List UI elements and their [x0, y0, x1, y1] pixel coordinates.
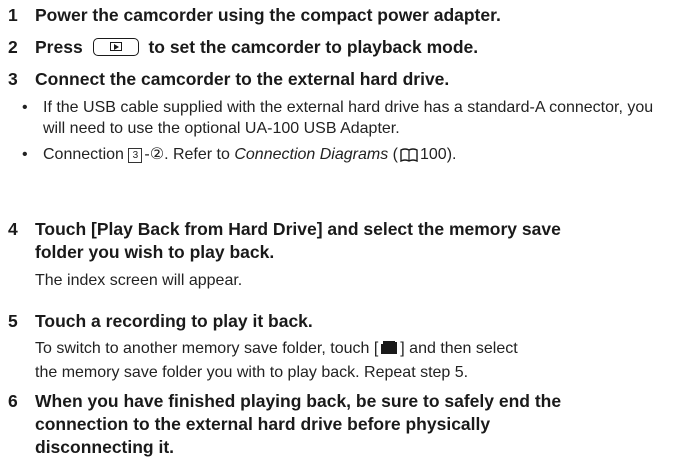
step-2: 2 Press to set the camcorder to playback…: [8, 36, 668, 59]
bullet-dot: •: [22, 146, 28, 163]
step-6: 6 When you have finished playing back, b…: [8, 390, 668, 459]
bullet-item: • Connection 3 -②. Refer to Connection Di…: [22, 144, 668, 168]
step-5: 5 Touch a recording to play it back. To …: [8, 310, 668, 383]
paren-open: (: [392, 146, 398, 163]
step-heading: Press to set the camcorder to playback m…: [35, 36, 668, 59]
page-reference: 100: [419, 146, 447, 163]
bullet-text: If the USB cable supplied with the exter…: [43, 99, 654, 137]
step-number: 3: [8, 69, 18, 89]
step-heading: Connect the camcorder to the external ha…: [35, 69, 450, 89]
playback-button-icon: [92, 38, 139, 56]
step-heading-after: to set the camcorder to playback mode.: [148, 37, 479, 57]
folder-icon: [380, 340, 398, 362]
step-number: 2: [8, 37, 18, 57]
step-heading-line-1: When you have finished playing back, be …: [35, 391, 562, 411]
step-body-line-2: the memory save folder you with to play …: [35, 364, 469, 381]
step-body-before: To switch to another memory save folder,…: [35, 340, 379, 357]
step-number: 5: [8, 311, 18, 331]
step-body: To switch to another memory save folder,…: [35, 338, 668, 362]
book-reference-icon: [400, 147, 418, 168]
step-heading-line-3: disconnecting it.: [35, 437, 175, 457]
bullet-item: • If the USB cable supplied with the ext…: [22, 97, 668, 139]
step-heading-line-1: Touch [Play Back from Hard Drive] and se…: [35, 219, 561, 239]
step-body-after: ] and then select: [400, 340, 518, 357]
step-heading: Touch a recording to play it back.: [35, 311, 313, 331]
step-number: 1: [8, 5, 18, 25]
step-1: 1 Power the camcorder using the compact …: [8, 4, 668, 27]
bullet-text-before: Connection: [43, 146, 124, 163]
step-number: 4: [8, 219, 18, 239]
italic-reference: Connection Diagrams: [234, 146, 389, 163]
step-heading-line-2: connection to the external hard drive be…: [35, 414, 491, 434]
step-number: 6: [8, 391, 18, 411]
step-3: 3 Connect the camcorder to the external …: [8, 68, 668, 168]
step-body: The index screen will appear.: [35, 272, 243, 289]
step-heading: Power the camcorder using the compact po…: [35, 5, 501, 25]
paren-close: ).: [446, 146, 457, 163]
step-heading-line-2: folder you wish to play back.: [35, 242, 275, 262]
step-heading-before: Press: [35, 37, 83, 57]
bullet-dot: •: [22, 99, 28, 116]
boxed-number: 3: [128, 148, 143, 163]
bullet-text-after-box: -②. Refer to: [144, 146, 230, 163]
instruction-page: 1 Power the camcorder using the compact …: [0, 0, 676, 464]
step-4: 4 Touch [Play Back from Hard Drive] and …: [8, 218, 668, 291]
